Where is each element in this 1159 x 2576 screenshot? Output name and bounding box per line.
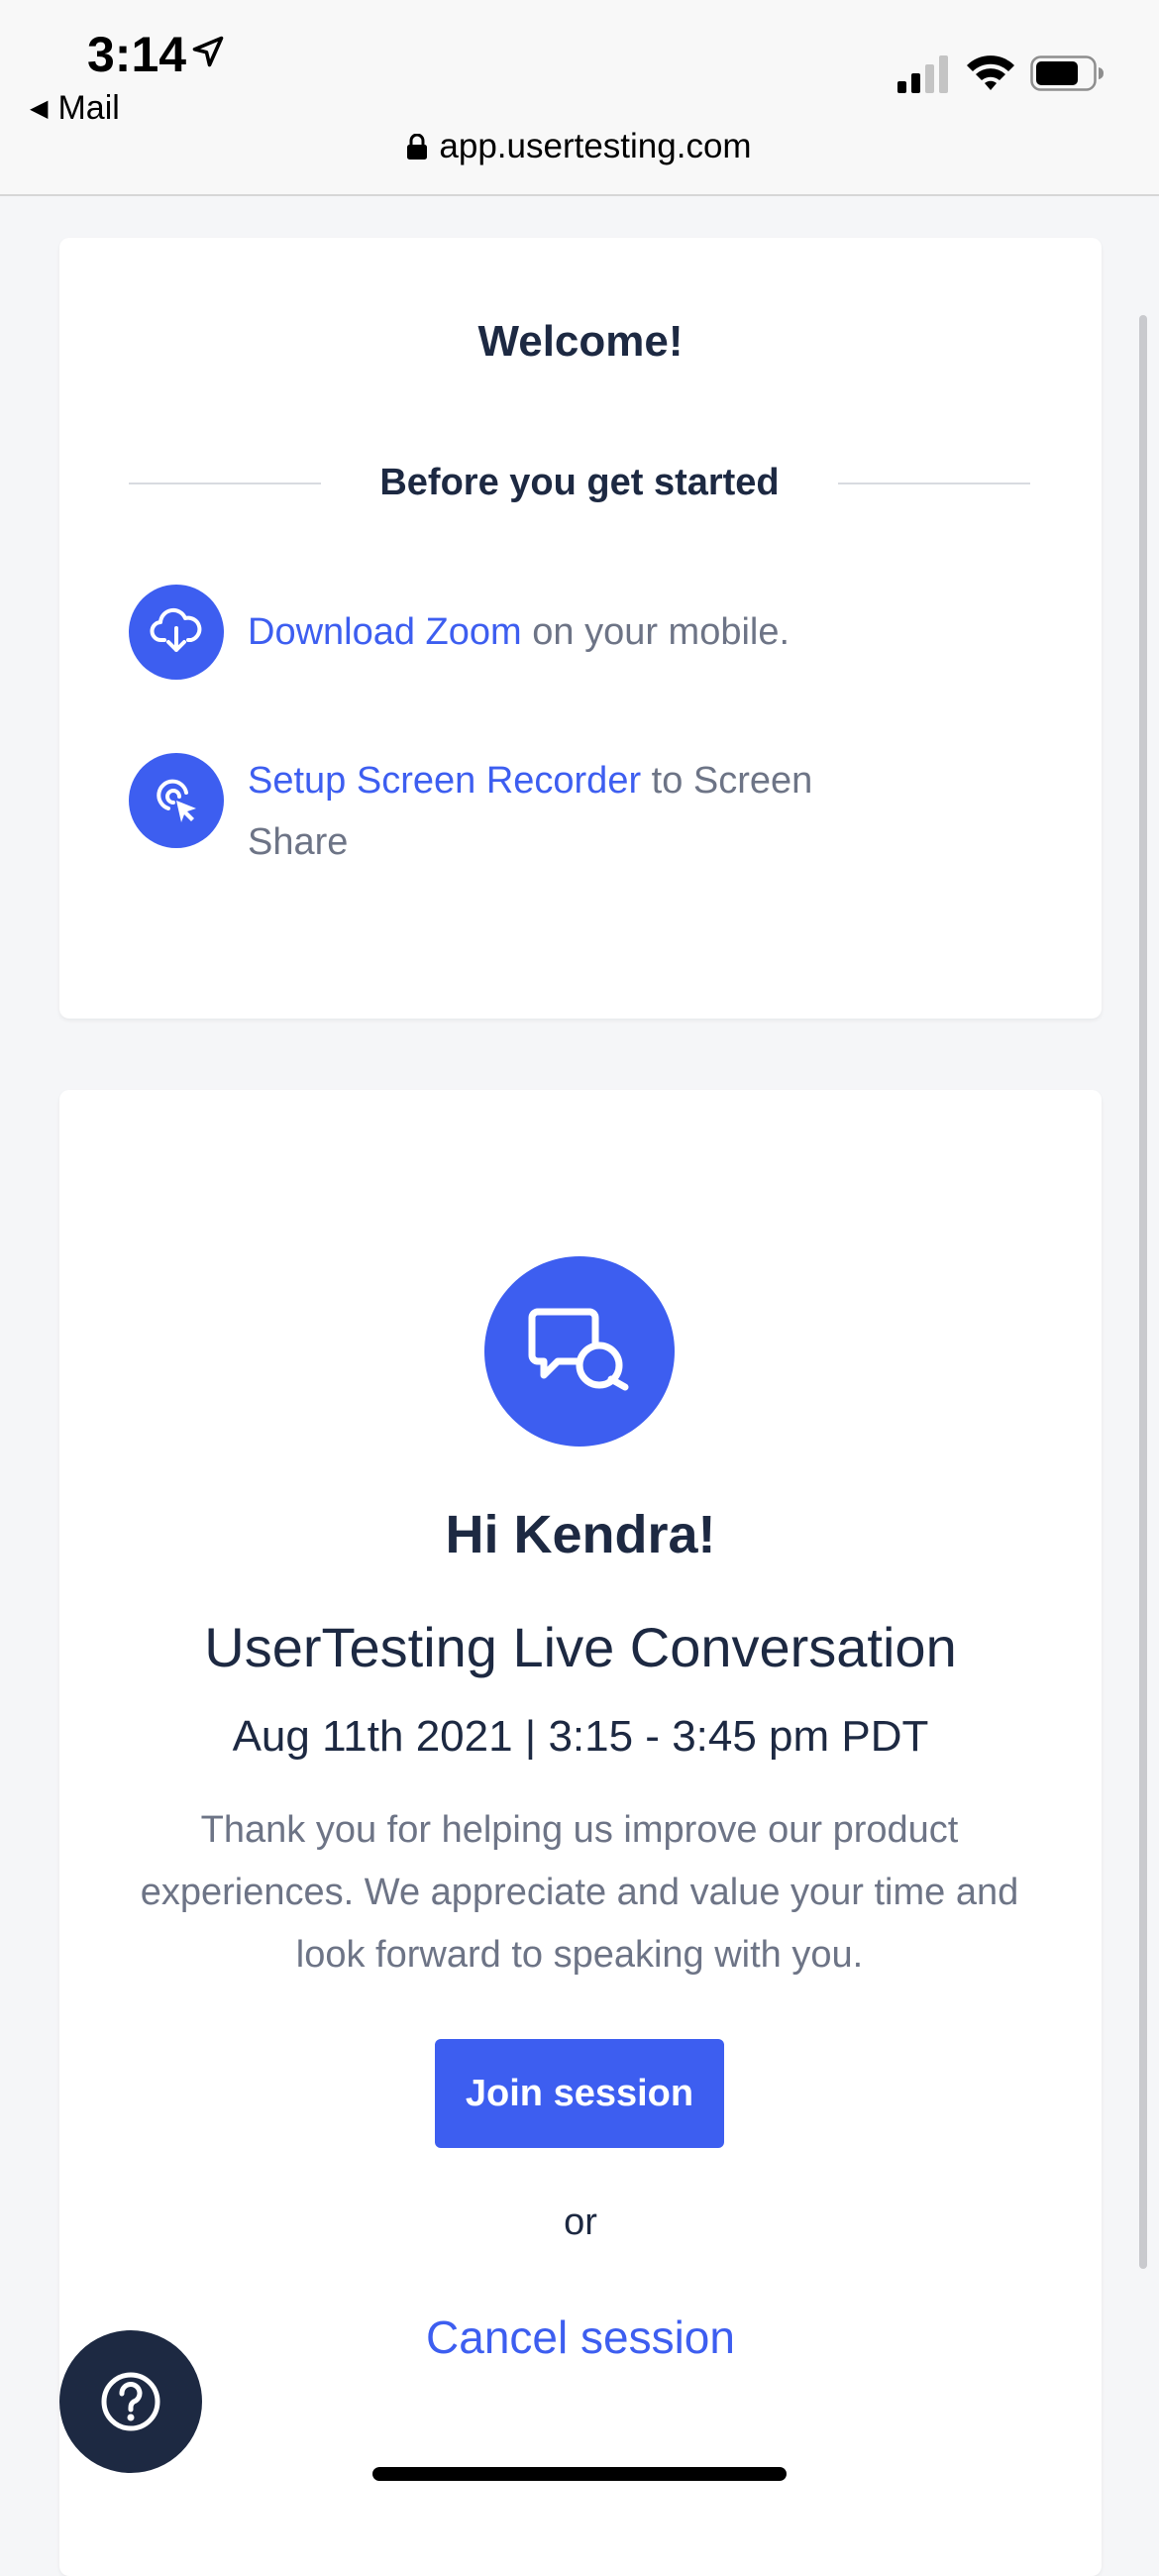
- session-title: UserTesting Live Conversation: [204, 1616, 957, 1678]
- page-scrollbar[interactable]: [1139, 315, 1147, 2269]
- greeting: Hi Kendra!: [445, 1505, 716, 1564]
- status-time: 3:14: [87, 27, 187, 82]
- session-description: Thank you for helping us improve our pro…: [140, 1809, 1019, 1976]
- section-divider: Before you get started: [129, 458, 1030, 507]
- home-indicator[interactable]: [372, 2467, 787, 2481]
- cloud-download-icon: [129, 585, 224, 680]
- chat-bubbles-icon: [484, 1256, 675, 1447]
- download-zoom-suffix: on your mobile.: [521, 611, 790, 653]
- task-screen-recorder: Setup Screen Recorder to Screen Share: [129, 753, 1020, 873]
- wifi-icon: [967, 55, 1014, 90]
- cellular-signal-icon: [897, 55, 948, 93]
- back-triangle-icon: ◀: [30, 95, 49, 122]
- help-button[interactable]: [59, 2330, 202, 2473]
- address-bar[interactable]: app.usertesting.com: [0, 127, 1159, 166]
- getting-started-card: Welcome! Before you get started Download…: [59, 238, 1102, 1019]
- back-to-mail-link[interactable]: ◀ Mail: [30, 89, 120, 128]
- cursor-click-icon: [129, 753, 224, 848]
- session-date-time: Aug 11th 2021 | 3:15 - 3:45 pm PDT: [232, 1712, 929, 1761]
- task-download-zoom: Download Zoom on your mobile.: [129, 585, 1020, 680]
- question-mark-icon: [101, 2372, 160, 2431]
- join-session-button[interactable]: Join session: [435, 2039, 724, 2148]
- download-zoom-link[interactable]: Download Zoom: [248, 611, 522, 653]
- task-screen-recorder-text: Setup Screen Recorder to Screen Share: [248, 750, 882, 873]
- status-bar: 3:14 ◀ Mail app.usertesting.com: [0, 0, 1159, 196]
- battery-icon: [1030, 55, 1104, 91]
- setup-screen-recorder-link[interactable]: Setup Screen Recorder: [248, 760, 641, 802]
- task-download-zoom-text: Download Zoom on your mobile.: [248, 601, 882, 663]
- cancel-session-link[interactable]: Cancel session: [59, 2310, 1102, 2364]
- divider-line-right: [838, 483, 1030, 484]
- lock-icon: [407, 134, 428, 160]
- welcome-title: Welcome!: [477, 317, 684, 366]
- back-mail-label: Mail: [57, 89, 120, 127]
- location-arrow-icon: [192, 36, 224, 67]
- session-card: Hi Kendra! UserTesting Live Conversation…: [59, 1090, 1102, 2576]
- url-text: app.usertesting.com: [439, 127, 752, 165]
- or-separator: or: [564, 2201, 597, 2243]
